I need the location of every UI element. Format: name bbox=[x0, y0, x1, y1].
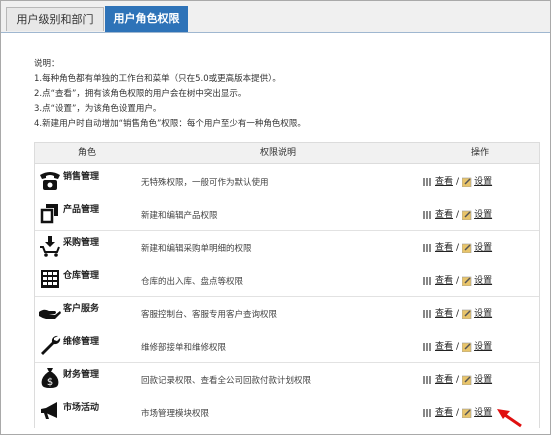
view-icon bbox=[423, 376, 431, 384]
view-icon bbox=[423, 343, 431, 351]
role-permission-panel: 用户级别和部门 用户角色权限 说明： 1.每种角色都有单独的工作台和菜单（只在5… bbox=[0, 0, 551, 435]
role-name: 维修管理 bbox=[63, 337, 100, 347]
role-table: 角色 权限说明 操作 销售管理 无特殊权限，一般可作为默认使用 查看 / 设置 产品… bbox=[34, 142, 540, 428]
row-operations: 查看 / 设置 bbox=[423, 174, 492, 187]
view-link[interactable]: 查看 bbox=[435, 342, 453, 352]
role-name: 仓库管理 bbox=[63, 271, 100, 281]
row-operations: 查看 / 设置 bbox=[423, 240, 492, 253]
role-name: 销售管理 bbox=[63, 172, 100, 182]
op-separator: / bbox=[456, 243, 460, 253]
set-link[interactable]: 设置 bbox=[474, 276, 492, 286]
view-link[interactable]: 查看 bbox=[435, 309, 453, 319]
role-description: 市场管理模块权限 bbox=[141, 409, 210, 419]
edit-icon bbox=[462, 210, 472, 220]
handshake-icon bbox=[39, 309, 61, 319]
edit-icon bbox=[462, 177, 472, 187]
money-bag-icon: $ bbox=[41, 368, 59, 388]
view-icon bbox=[423, 310, 431, 318]
tab-bar: 用户级别和部门 用户角色权限 bbox=[1, 1, 550, 33]
product-box-icon bbox=[40, 204, 58, 224]
op-separator: / bbox=[456, 210, 460, 220]
role-name: 财务管理 bbox=[63, 370, 100, 380]
op-separator: / bbox=[456, 309, 460, 319]
set-link[interactable]: 设置 bbox=[474, 408, 492, 418]
role-description: 新建和编辑产品权限 bbox=[141, 211, 218, 221]
role-description: 客服控制台、客服专用客户查询权限 bbox=[141, 310, 278, 320]
table-row: 销售管理 无特殊权限，一般可作为默认使用 查看 / 设置 bbox=[35, 164, 539, 198]
view-link[interactable]: 查看 bbox=[435, 276, 453, 286]
role-name: 客户服务 bbox=[63, 304, 100, 314]
view-icon bbox=[423, 178, 431, 186]
table-header: 角色 权限说明 操作 bbox=[35, 143, 539, 164]
view-link[interactable]: 查看 bbox=[435, 177, 453, 187]
set-link[interactable]: 设置 bbox=[474, 342, 492, 352]
instructions-title: 说明： bbox=[34, 59, 60, 69]
table-row: 维修管理 维修部接单和维修权限 查看 / 设置 bbox=[35, 329, 539, 363]
row-operations: 查看 / 设置 bbox=[423, 306, 492, 319]
set-link[interactable]: 设置 bbox=[474, 177, 492, 187]
set-link[interactable]: 设置 bbox=[474, 210, 492, 220]
role-description: 无特殊权限，一般可作为默认使用 bbox=[141, 178, 269, 188]
instruction-line: 3.点“设置”，为该角色设置用户。 bbox=[34, 104, 162, 114]
edit-icon bbox=[462, 276, 472, 286]
edit-icon bbox=[462, 243, 472, 253]
view-link[interactable]: 查看 bbox=[435, 375, 453, 385]
role-description: 维修部接单和维修权限 bbox=[141, 343, 227, 353]
red-arrow-pointer-icon bbox=[497, 409, 522, 428]
header-operations: 操作 bbox=[471, 148, 490, 158]
tab-user-level-department[interactable]: 用户级别和部门 bbox=[6, 7, 104, 31]
role-description: 新建和编辑采购单明细的权限 bbox=[141, 244, 252, 254]
view-link[interactable]: 查看 bbox=[435, 210, 453, 220]
table-row: 采购管理 新建和编辑采购单明细的权限 查看 / 设置 bbox=[35, 230, 539, 264]
instruction-line: 4.新建用户时自动增加“销售角色”权限：每个用户至少有一种角色权限。 bbox=[34, 119, 306, 129]
header-role: 角色 bbox=[78, 148, 97, 158]
op-separator: / bbox=[456, 342, 460, 352]
view-icon bbox=[423, 244, 431, 252]
op-separator: / bbox=[456, 408, 460, 418]
role-name: 采购管理 bbox=[63, 238, 100, 248]
role-description: 回款记录权限、查看全公司回款付款计划权限 bbox=[141, 376, 312, 386]
wrench-icon bbox=[41, 335, 61, 355]
set-link[interactable]: 设置 bbox=[474, 375, 492, 385]
view-icon bbox=[423, 211, 431, 219]
set-link[interactable]: 设置 bbox=[474, 243, 492, 253]
warehouse-icon bbox=[41, 270, 59, 288]
view-link[interactable]: 查看 bbox=[435, 243, 453, 253]
row-operations: 查看 / 设置 bbox=[423, 207, 492, 220]
view-icon bbox=[423, 409, 431, 417]
table-row: 市场活动 市场管理模块权限 查看 / 设置 bbox=[35, 395, 539, 428]
role-name: 市场活动 bbox=[63, 403, 100, 413]
megaphone-icon bbox=[41, 402, 57, 419]
table-row: 产品管理 新建和编辑产品权限 查看 / 设置 bbox=[35, 197, 539, 231]
table-row: $ 财务管理 回款记录权限、查看全公司回款付款计划权限 查看 / 设置 bbox=[35, 362, 539, 396]
instruction-line: 1.每种角色都有单独的工作台和菜单（只在5.0或更高版本提供）。 bbox=[34, 74, 281, 84]
cart-download-icon bbox=[40, 236, 60, 257]
role-name: 产品管理 bbox=[63, 205, 100, 215]
op-separator: / bbox=[456, 375, 460, 385]
set-link[interactable]: 设置 bbox=[474, 309, 492, 319]
table-row: 客户服务 客服控制台、客服专用客户查询权限 查看 / 设置 bbox=[35, 296, 539, 330]
row-operations: 查看 / 设置 bbox=[423, 273, 492, 286]
svg-text:$: $ bbox=[47, 377, 53, 388]
edit-icon bbox=[462, 375, 472, 385]
row-operations: 查看 / 设置 bbox=[423, 405, 492, 418]
instruction-line: 2.点“查看”，拥有该角色权限的用户会在树中突出显示。 bbox=[34, 89, 247, 99]
table-row: 仓库管理 仓库的出入库、盘点等权限 查看 / 设置 bbox=[35, 263, 539, 297]
edit-icon bbox=[462, 408, 472, 418]
instructions: 说明： 1.每种角色都有单独的工作台和菜单（只在5.0或更高版本提供）。 2.点… bbox=[34, 57, 306, 132]
header-permission-desc: 权限说明 bbox=[260, 148, 297, 158]
row-operations: 查看 / 设置 bbox=[423, 372, 492, 385]
tab-user-role-permission[interactable]: 用户角色权限 bbox=[105, 6, 188, 32]
role-description: 仓库的出入库、盘点等权限 bbox=[141, 277, 244, 287]
telephone-icon bbox=[40, 172, 60, 190]
edit-icon bbox=[462, 342, 472, 352]
op-separator: / bbox=[456, 276, 460, 286]
view-link[interactable]: 查看 bbox=[435, 408, 453, 418]
edit-icon bbox=[462, 309, 472, 319]
row-operations: 查看 / 设置 bbox=[423, 339, 492, 352]
op-separator: / bbox=[456, 177, 460, 187]
view-icon bbox=[423, 277, 431, 285]
